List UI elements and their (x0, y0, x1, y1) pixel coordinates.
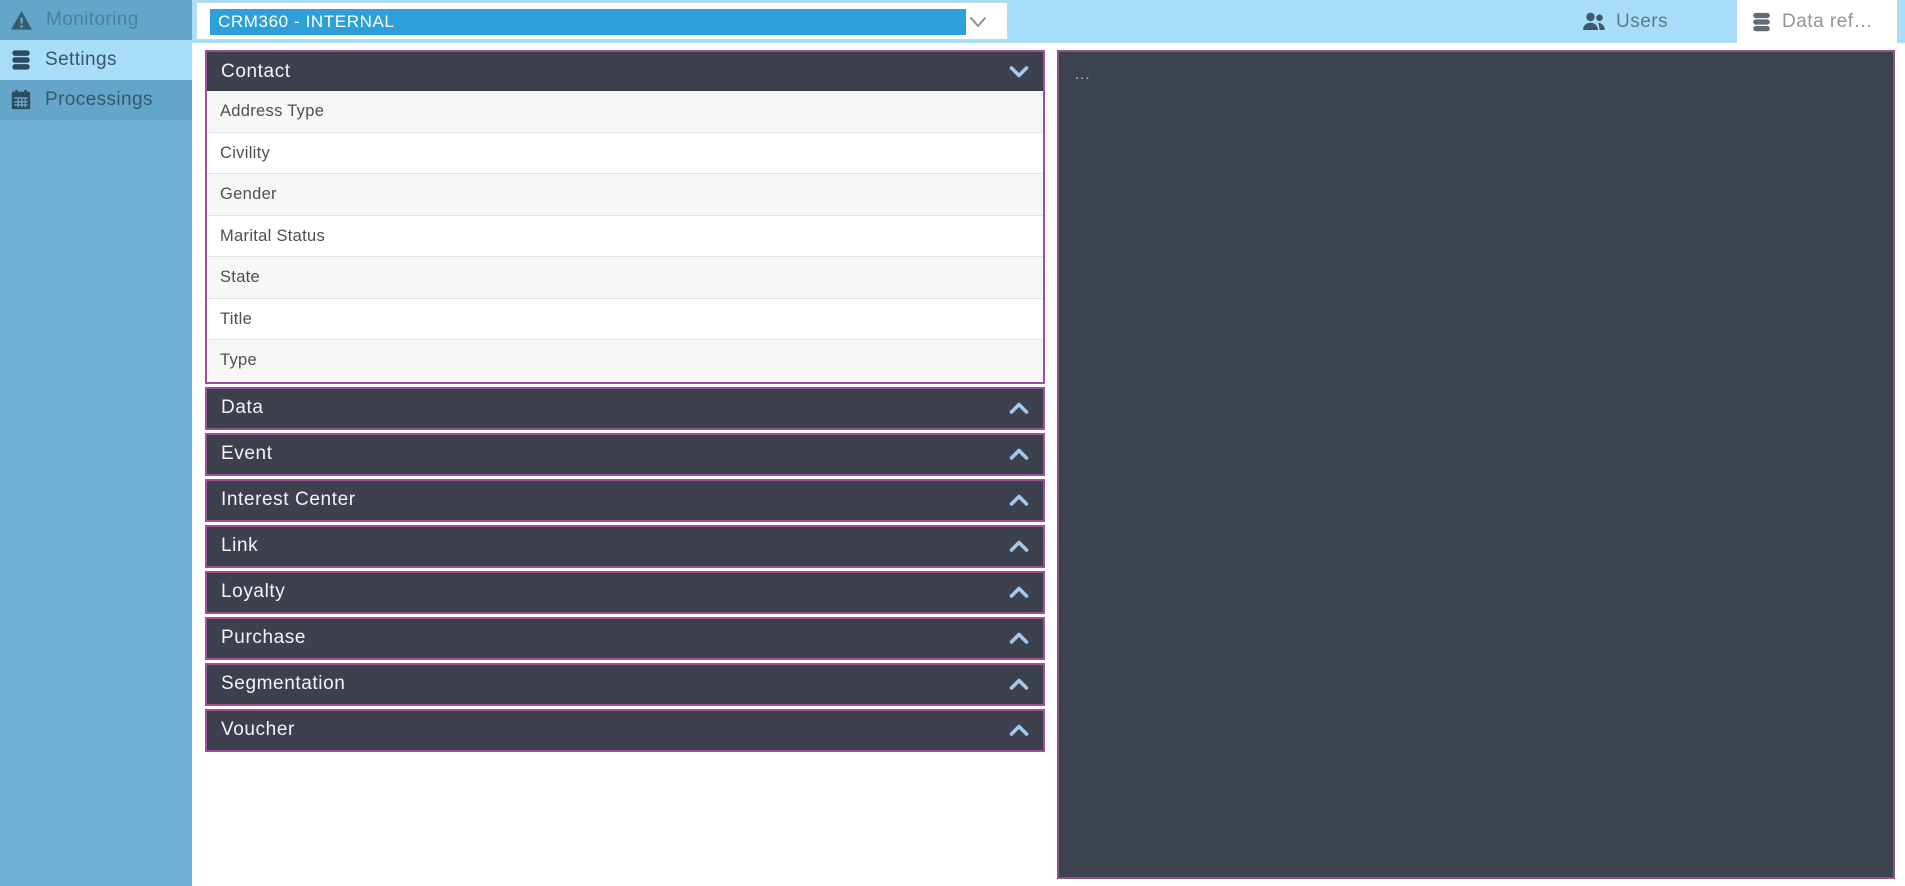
accordion-section-voucher: Voucher (205, 708, 1045, 752)
database-icon (10, 49, 32, 71)
accordion-section-event: Event (205, 432, 1045, 476)
chevron-up-icon (1009, 494, 1029, 506)
sidebar-item-label: Processings (45, 89, 153, 110)
accordion-header-purchase[interactable]: Purchase (207, 618, 1043, 658)
database-icon (1751, 11, 1772, 33)
attribute-row-civility[interactable]: Civility (207, 132, 1043, 174)
environment-select[interactable]: CRM360 - INTERNAL (196, 2, 1008, 40)
users-icon (1582, 11, 1606, 33)
sidebar-item-settings[interactable]: Settings (0, 40, 192, 80)
accordion-section-link: Link (205, 524, 1045, 568)
chevron-up-icon (1009, 448, 1029, 460)
chevron-up-icon (1009, 586, 1029, 598)
chevron-down-icon (1009, 65, 1029, 78)
attribute-row-address-type[interactable]: Address Type (207, 91, 1043, 133)
main-content: Contact Address Type Civility Gender Marita… (192, 43, 1905, 886)
accordion-section-data: Data (205, 386, 1045, 430)
data-ref-button-label: Data ref… (1782, 10, 1874, 32)
accordion-header-data[interactable]: Data (207, 388, 1043, 428)
accordion-section-segmentation: Segmentation (205, 662, 1045, 706)
reference-accordion: Contact Address Type Civility Gender Marita… (205, 50, 1045, 755)
attribute-row-gender[interactable]: Gender (207, 174, 1043, 216)
accordion-section-loyalty: Loyalty (205, 570, 1045, 614)
sidebar-item-label: Settings (45, 49, 117, 70)
users-button[interactable]: Users (1582, 0, 1692, 43)
chevron-up-icon (1009, 540, 1029, 552)
accordion-header-segmentation[interactable]: Segmentation (207, 664, 1043, 704)
accordion-header-interest-center[interactable]: Interest Center (207, 480, 1043, 520)
detail-placeholder: ... (1075, 66, 1091, 83)
chevron-up-icon (1009, 678, 1029, 690)
chevron-up-icon (1009, 632, 1029, 644)
chevron-down-icon (969, 16, 987, 34)
chevron-up-icon (1009, 724, 1029, 736)
sidebar-item-processings[interactable]: Processings (0, 80, 192, 120)
accordion-header-link[interactable]: Link (207, 526, 1043, 566)
accordion-header-contact[interactable]: Contact (207, 52, 1043, 91)
accordion-header-event[interactable]: Event (207, 434, 1043, 474)
topbar: CRM360 - INTERNAL Users Data ref… (0, 0, 1905, 43)
accordion-header-loyalty[interactable]: Loyalty (207, 572, 1043, 612)
sidebar: Monitoring Settings Processings (0, 0, 192, 886)
accordion-section-interest-center: Interest Center (205, 478, 1045, 522)
attribute-row-type[interactable]: Type (207, 340, 1043, 382)
chevron-up-icon (1009, 402, 1029, 414)
sidebar-item-monitoring[interactable]: Monitoring (0, 0, 192, 40)
environment-select-value: CRM360 - INTERNAL (210, 9, 966, 35)
calendar-icon (10, 89, 32, 111)
users-button-label: Users (1616, 10, 1669, 32)
accordion-header-voucher[interactable]: Voucher (207, 710, 1043, 750)
attribute-row-title[interactable]: Title (207, 298, 1043, 340)
accordion-section-purchase: Purchase (205, 616, 1045, 660)
detail-panel: ... (1057, 50, 1895, 879)
data-ref-button[interactable]: Data ref… (1737, 0, 1897, 43)
accordion-section-contact: Contact Address Type Civility Gender Marita… (205, 50, 1045, 384)
attribute-row-marital-status[interactable]: Marital Status (207, 215, 1043, 257)
sidebar-item-list: Monitoring Settings Processings (0, 0, 192, 120)
warning-icon (10, 10, 33, 31)
sidebar-item-label: Monitoring (46, 9, 139, 30)
attribute-row-state[interactable]: State (207, 257, 1043, 299)
